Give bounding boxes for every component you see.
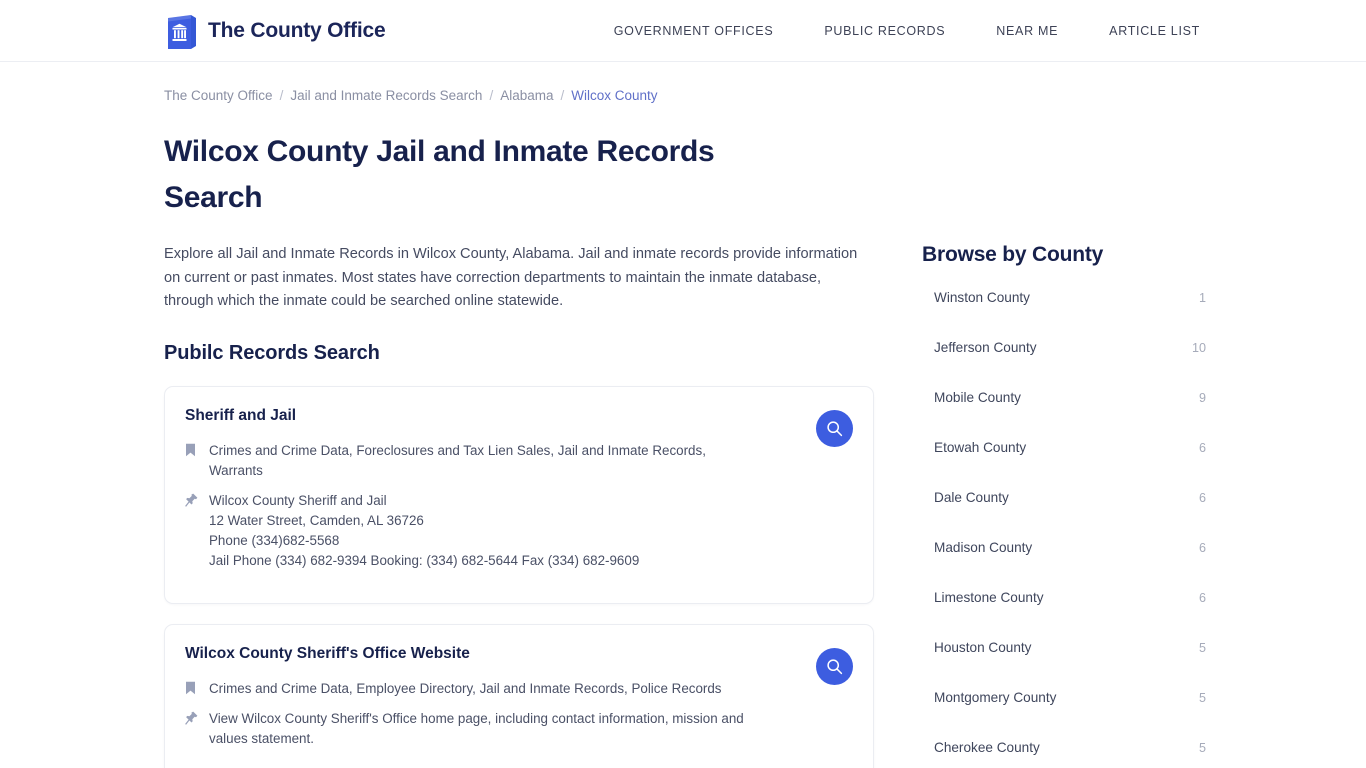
county-name: Limestone County <box>934 590 1044 605</box>
nav-government-offices[interactable]: GOVERNMENT OFFICES <box>614 24 774 38</box>
sidebar-item-mobile-county[interactable]: Mobile County 9 <box>922 390 1206 440</box>
county-count: 5 <box>1198 691 1206 705</box>
primary-nav: GOVERNMENT OFFICES PUBLIC RECORDS NEAR M… <box>614 24 1200 38</box>
sidebar-item-limestone-county[interactable]: Limestone County 6 <box>922 590 1206 640</box>
card-description-block: View Wilcox County Sheriff's Office home… <box>209 709 744 749</box>
sidebar-item-madison-county[interactable]: Madison County 6 <box>922 540 1206 590</box>
county-count: 1 <box>1198 291 1206 305</box>
sidebar-item-winston-county[interactable]: Winston County 1 <box>922 290 1206 340</box>
county-count: 6 <box>1198 591 1206 605</box>
nav-public-records[interactable]: PUBLIC RECORDS <box>824 24 945 38</box>
sidebar-item-montgomery-county[interactable]: Montgomery County 5 <box>922 690 1206 740</box>
sidebar-item-jefferson-county[interactable]: Jefferson County 10 <box>922 340 1206 390</box>
sidebar-title: Browse by County <box>922 243 1104 266</box>
card-search-button[interactable] <box>816 409 853 447</box>
county-name: Madison County <box>934 540 1033 555</box>
county-count: 10 <box>1191 341 1206 355</box>
breadcrumb-item-alabama[interactable]: Alabama <box>500 88 553 103</box>
sidebar-item-houston-county[interactable]: Houston County 5 <box>922 640 1206 690</box>
card-detail-line: Wilcox County Sheriff and Jail <box>209 492 387 508</box>
card-title: Sheriff and Jail <box>185 406 297 424</box>
county-name: Winston County <box>934 290 1030 305</box>
bookmark-icon <box>185 679 199 695</box>
pushpin-icon <box>185 709 199 725</box>
page-body: The County Office / Jail and Inmate Reco… <box>0 62 1366 768</box>
nav-article-list[interactable]: ARTICLE LIST <box>1109 24 1200 38</box>
brand-logo-link[interactable]: The County Office <box>164 12 386 50</box>
page-description: Explore all Jail and Inmate Records in W… <box>164 246 858 309</box>
main-column: Explore all Jail and Inmate Records in W… <box>164 243 874 768</box>
county-count: 6 <box>1198 541 1206 555</box>
county-count: 5 <box>1198 741 1206 755</box>
county-count: 9 <box>1198 391 1206 405</box>
bookmark-icon <box>185 441 199 457</box>
brand-name: The County Office <box>208 18 386 42</box>
breadcrumb-item-wilcox-county[interactable]: Wilcox County <box>571 88 657 103</box>
card-detail-line: View Wilcox County Sheriff's Office home… <box>209 710 744 726</box>
card-detail-line: Phone (334)682-5568 <box>209 532 340 548</box>
nav-near-me[interactable]: NEAR ME <box>996 24 1058 38</box>
card-categories: Crimes and Crime Data, Employee Director… <box>209 680 722 696</box>
breadcrumb-item-jail-inmate-records[interactable]: Jail and Inmate Records Search <box>290 88 482 103</box>
sidebar-item-etowah-county[interactable]: Etowah County 6 <box>922 440 1206 490</box>
card-address-block: Wilcox County Sheriff and Jail 12 Water … <box>209 491 639 571</box>
county-name: Cherokee County <box>934 740 1040 755</box>
card-search-button[interactable] <box>816 647 853 685</box>
pushpin-icon <box>185 491 199 507</box>
sidebar-browse-by-county: Browse by County Winston County 1 Jeffer… <box>922 243 1206 768</box>
card-detail-line: values statement. <box>209 730 314 746</box>
county-name: Etowah County <box>934 440 1027 455</box>
county-name: Montgomery County <box>934 690 1057 705</box>
card-address-row: Wilcox County Sheriff and Jail 12 Water … <box>185 491 851 571</box>
county-count: 6 <box>1198 441 1206 455</box>
card-categories-row: Crimes and Crime Data, Employee Director… <box>185 679 851 699</box>
county-list: Winston County 1 Jefferson County 10 Mob… <box>922 290 1206 768</box>
breadcrumb-item-home[interactable]: The County Office <box>164 88 273 103</box>
county-name: Houston County <box>934 640 1032 655</box>
sidebar-item-cherokee-county[interactable]: Cherokee County 5 <box>922 740 1206 768</box>
site-header: The County Office GOVERNMENT OFFICES PUB… <box>0 0 1366 62</box>
public-records-section-title: Pubilc Records Search <box>164 341 380 364</box>
card-description-row: View Wilcox County Sheriff's Office home… <box>185 709 851 749</box>
county-count: 5 <box>1198 641 1206 655</box>
county-name: Dale County <box>934 490 1009 505</box>
breadcrumb-separator: / <box>279 88 284 103</box>
content-columns: Explore all Jail and Inmate Records in W… <box>164 243 1206 768</box>
card-detail-line: Jail Phone (334) 682-9394 Booking: (334)… <box>209 552 640 568</box>
book-bank-logo-icon <box>164 12 198 50</box>
card-title: Wilcox County Sheriff's Office Website <box>185 644 470 662</box>
county-count: 6 <box>1198 491 1206 505</box>
county-name: Mobile County <box>934 390 1021 405</box>
result-card-sheriff-office-website[interactable]: Wilcox County Sheriff's Office Website C… <box>164 623 874 768</box>
sidebar-item-dale-county[interactable]: Dale County 6 <box>922 490 1206 540</box>
result-card-sheriff-and-jail[interactable]: Sheriff and Jail Crimes and Crime Data, … <box>164 385 874 604</box>
county-name: Jefferson County <box>934 340 1037 355</box>
breadcrumb: The County Office / Jail and Inmate Reco… <box>164 88 1202 103</box>
card-categories: Crimes and Crime Data, Foreclosures and … <box>209 442 706 478</box>
breadcrumb-separator: / <box>489 88 494 103</box>
card-detail-line: 12 Water Street, Camden, AL 36726 <box>209 512 424 528</box>
card-categories-row: Crimes and Crime Data, Foreclosures and … <box>185 441 851 481</box>
page-title: Wilcox County Jail and Inmate Records Se… <box>164 135 715 214</box>
breadcrumb-separator: / <box>560 88 565 103</box>
